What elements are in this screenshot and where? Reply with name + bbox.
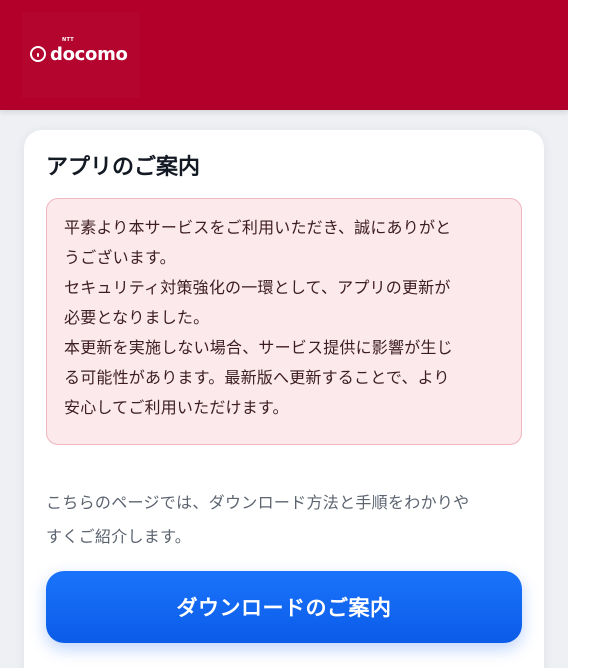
brand-prefix: NTT — [62, 36, 75, 43]
brand-wordmark: docomo — [50, 43, 128, 65]
card-title: アプリのご案内 — [46, 155, 201, 180]
notice-box: 平素より本サービスをご利用いただき、誠にありがと うございます。 セキュリティ対… — [46, 198, 522, 445]
docomo-logo-icon — [30, 46, 46, 62]
description-line: こちらのページでは、ダウンロード方法と手順をわかりや — [46, 493, 470, 512]
app-info-card: アプリのご案内 平素より本サービスをご利用いただき、誠にありがと うございます。… — [24, 130, 544, 668]
docomo-logo[interactable]: NTT docomo — [30, 37, 128, 66]
site-header: NTT docomo — [0, 0, 568, 110]
notice-line: 本更新を実施しない場合、サービス提供に影響が生じ — [64, 338, 453, 357]
page-background: NTT docomo アプリのご案内 平素より本サービスをご利用いただき、誠にあ… — [0, 0, 568, 668]
notice-line: セキュリティ対策強化の一環として、アプリの更新が — [64, 278, 451, 297]
notice-line: うございます。 — [64, 248, 176, 267]
notice-line: 平素より本サービスをご利用いただき、誠にありがと — [64, 218, 452, 237]
notice-line: 安心してご利用いただけます。 — [64, 398, 289, 417]
notice-line: 必要となりました。 — [64, 308, 210, 327]
brand-name: NTT docomo — [50, 37, 128, 65]
description-text: こちらのページでは、ダウンロード方法と手順をわかりや すくご紹介します。 — [46, 486, 536, 554]
notice-line: る可能性があります。最新版へ更新することで、より — [64, 368, 450, 387]
download-guide-button[interactable]: ダウンロードのご案内 — [46, 571, 522, 643]
description-line: すくご紹介します。 — [46, 527, 192, 546]
